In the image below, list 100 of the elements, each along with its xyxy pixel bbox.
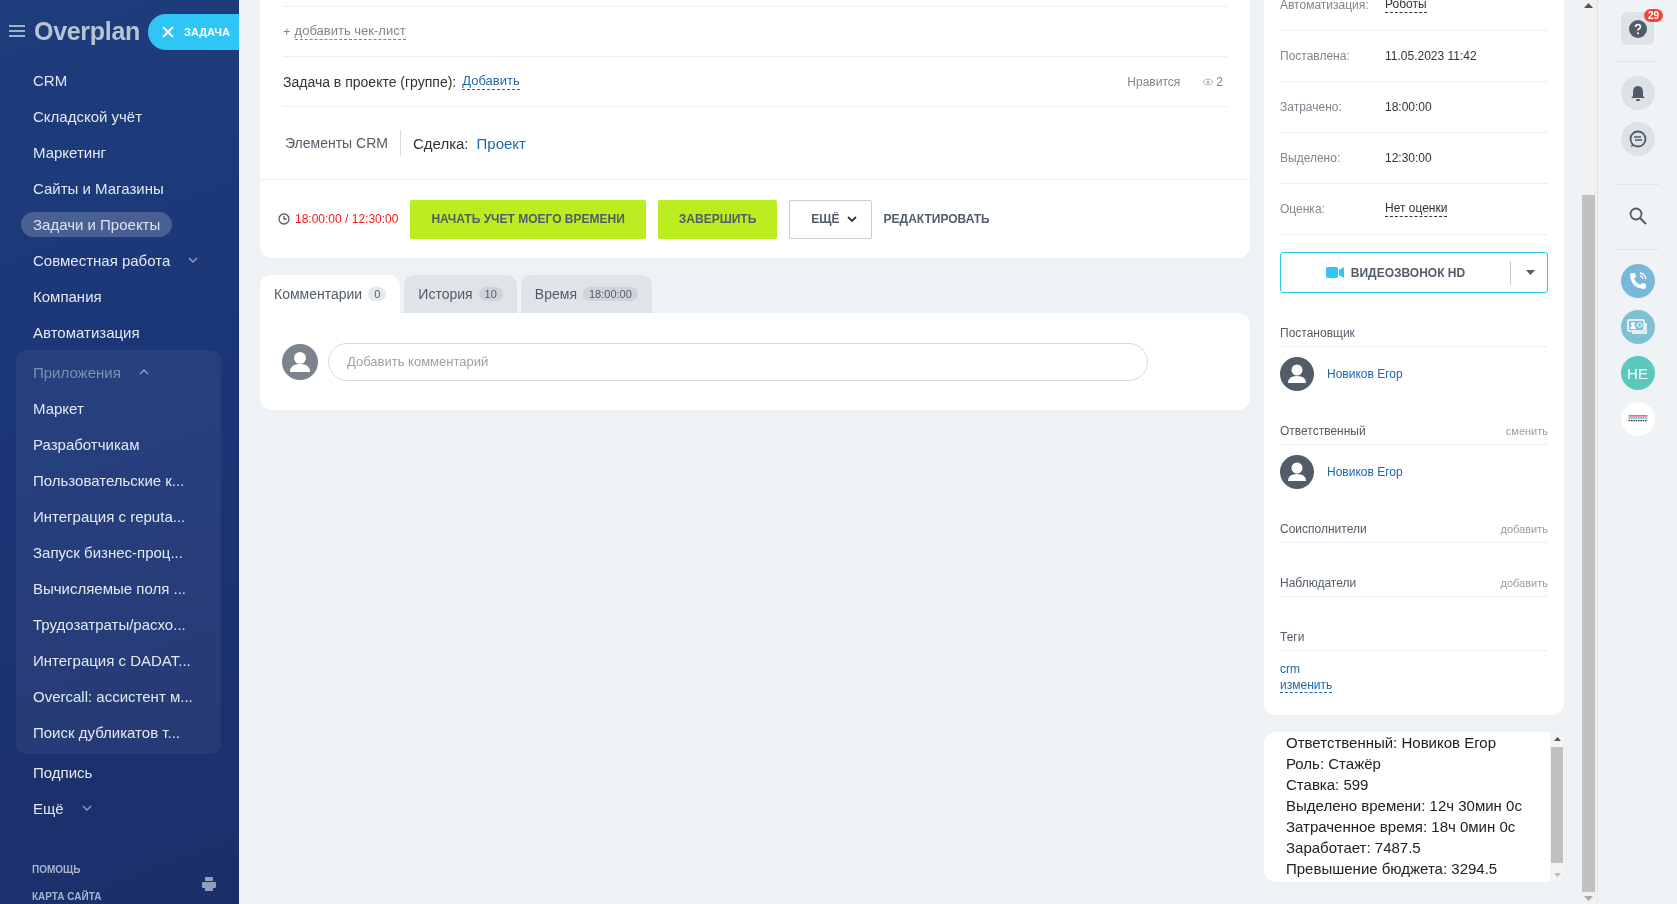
action-button[interactable]: НАЧАТЬ УЧЕТ МОЕГО ВРЕМЕНИ xyxy=(410,199,646,239)
logo-text: Overplan xyxy=(34,16,140,46)
field-label: Оценка: xyxy=(1280,202,1326,216)
info-line: Роль: Стажёр xyxy=(1286,754,1382,774)
notification-badge: 29 xyxy=(1643,9,1663,22)
field-label: Поставлена: xyxy=(1280,49,1351,63)
menu-item[interactable]: Интеграция с reputa... xyxy=(21,503,198,529)
field-value: 11.05.2023 11:42 xyxy=(1385,49,1477,63)
scroll-down-icon xyxy=(1553,873,1561,877)
action-button[interactable]: ЗАВЕРШИТЬ xyxy=(657,199,778,239)
tab[interactable]: Время 18:00:00 xyxy=(520,275,652,313)
menu-item[interactable]: Сайты и Магазины xyxy=(21,175,176,201)
phone-icon xyxy=(1627,271,1648,291)
menu-icon xyxy=(9,24,25,38)
menu-item[interactable]: Ещё xyxy=(21,795,76,821)
project-label: Задача в проекте (группе): xyxy=(283,73,457,90)
field-value: 18:00:00 xyxy=(1385,100,1432,114)
menu-item[interactable]: Автоматизация xyxy=(21,319,152,345)
bell-icon xyxy=(1629,84,1646,102)
contact-card-icon xyxy=(1626,319,1649,335)
field-label: Выделено: xyxy=(1280,151,1342,165)
search-icon xyxy=(1628,207,1647,225)
info-line: Заработает: 7487.5 xyxy=(1286,838,1422,858)
avatar-icon xyxy=(1280,357,1314,391)
camera-icon xyxy=(1325,267,1344,278)
add-project-link[interactable]: Добавить xyxy=(462,73,520,90)
add-checklist-link[interactable]: добавить чек-лист xyxy=(294,23,406,40)
tab[interactable]: История 10 xyxy=(404,275,517,313)
menu-item[interactable]: Поиск дубликатов т... xyxy=(21,719,192,745)
edit-tags-link[interactable]: изменить xyxy=(1280,678,1333,693)
scrollbar[interactable] xyxy=(1580,0,1597,904)
field-link[interactable]: Нет оценки xyxy=(1385,201,1448,217)
dropdown-icon xyxy=(1526,270,1535,275)
section-title: Соисполнители xyxy=(1280,522,1367,536)
deal-label: Сделка: xyxy=(412,134,469,152)
menu-item[interactable]: Overcall: ассистент м... xyxy=(21,683,205,709)
menu-item[interactable]: Вычисляемые поля ... xyxy=(21,575,198,601)
video-call-button[interactable]: ВИДЕОЗВОНОК HD xyxy=(1280,252,1548,293)
close-icon xyxy=(162,26,174,38)
menu-item[interactable]: Компания xyxy=(21,283,114,309)
scroll-up-icon xyxy=(1584,3,1593,8)
field-label: Автоматизация: xyxy=(1280,0,1370,12)
menu-item[interactable]: Задачи и Проекты xyxy=(21,211,173,237)
view-count: 2 xyxy=(1216,74,1223,89)
scroll-down-icon xyxy=(1584,896,1593,901)
more-button[interactable]: ЕЩЁ xyxy=(789,199,872,239)
notifications-button[interactable] xyxy=(1620,76,1655,110)
call-button[interactable] xyxy=(1620,264,1655,298)
field-value: 12:30:00 xyxy=(1385,151,1432,165)
menu-item[interactable]: Маркет xyxy=(21,395,96,421)
scroll-up-icon xyxy=(1553,737,1561,741)
chevron-icon xyxy=(846,216,857,222)
like-link[interactable]: Нравится xyxy=(1127,74,1181,89)
menu-item[interactable]: CRM xyxy=(21,67,80,93)
info-line: Ставка: 599 xyxy=(1286,775,1370,795)
scrollbar[interactable] xyxy=(1550,732,1564,882)
timer-text: 18:00:00 / 12:30:00 xyxy=(295,212,399,226)
video-call-label: ВИДЕОЗВОНОК HD xyxy=(1350,265,1466,280)
menu-item[interactable]: Запуск бизнес-проц... xyxy=(21,539,195,565)
contacts-button[interactable] xyxy=(1620,310,1655,344)
chat-icon xyxy=(1628,130,1647,148)
menu-item[interactable]: Трудозатраты/расхо... xyxy=(21,611,198,637)
info-line: Выделено времени: 12ч 30мин 0с xyxy=(1286,796,1523,816)
menu-item[interactable]: Маркетинг xyxy=(21,139,118,165)
eye-icon xyxy=(1202,77,1215,86)
section-title: Наблюдатели xyxy=(1280,576,1357,590)
edit-button[interactable]: РЕДАКТИРОВАТЬ xyxy=(883,199,990,239)
tab-count: 18:00:00 xyxy=(583,287,638,301)
app-button[interactable] xyxy=(1620,402,1655,436)
printer-icon xyxy=(201,876,217,892)
avatar-icon xyxy=(1280,455,1314,489)
crm-label: Элементы CRM xyxy=(285,130,401,156)
overplan-logo-icon xyxy=(1626,414,1649,424)
comment-field[interactable]: Добавить комментарий xyxy=(328,342,1148,381)
tab-count: 0 xyxy=(368,287,387,301)
plus-text: + xyxy=(283,24,291,39)
messenger-button[interactable] xyxy=(1620,122,1655,156)
avatar-icon xyxy=(282,343,318,380)
clock-icon xyxy=(278,213,290,225)
footer-link[interactable]: КАРТА САЙТА xyxy=(32,891,102,902)
info-line: Затраченное время: 18ч 0мин 0с xyxy=(1286,817,1517,837)
person-link[interactable]: Новиков Егор xyxy=(1327,465,1403,479)
menu-item[interactable]: Разработчикам xyxy=(21,431,152,457)
menu-item[interactable]: Пользовательские к... xyxy=(21,467,197,493)
info-line: Ответственный: Новиков Егор xyxy=(1286,733,1498,753)
section-title: Постановщик xyxy=(1280,326,1355,340)
person-link[interactable]: Новиков Егор xyxy=(1327,367,1403,381)
menu-item[interactable]: Подпись xyxy=(21,759,105,785)
field-label: Затрачено: xyxy=(1280,100,1343,114)
info-line: Превышение бюджета: 3294.5 xyxy=(1286,859,1499,879)
deal-link[interactable]: Проект xyxy=(476,134,526,152)
menu-item[interactable]: Складской учёт xyxy=(21,103,155,129)
menu-item[interactable]: Интеграция с DADAT... xyxy=(21,647,203,673)
section-title: Теги xyxy=(1280,630,1305,644)
tab[interactable]: Комментарии 0 xyxy=(260,275,401,313)
field-link[interactable]: Роботы xyxy=(1385,0,1427,13)
footer-link[interactable]: ПОМОЩЬ xyxy=(32,864,102,875)
section-title: Ответственный xyxy=(1280,424,1366,438)
tag-link[interactable]: crm xyxy=(1280,662,1300,676)
menu-item[interactable]: Совместная работа xyxy=(21,247,183,273)
